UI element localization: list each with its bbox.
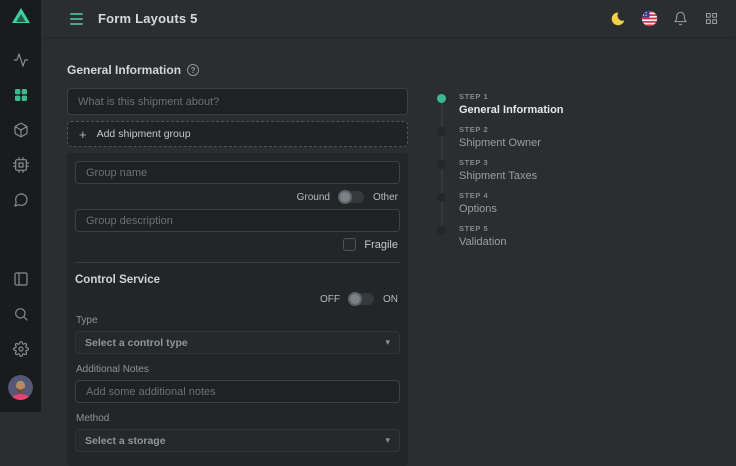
fragile-checkbox[interactable] — [343, 238, 356, 251]
control-service-title: Control Service — [75, 274, 400, 286]
off-label: OFF — [320, 294, 340, 305]
cpu-icon — [13, 157, 29, 178]
add-shipment-group-button[interactable]: + Add shipment group — [67, 121, 408, 147]
step-title: Validation — [459, 236, 507, 248]
apps-grid-icon[interactable] — [702, 10, 720, 28]
ground-other-toggle[interactable] — [339, 191, 364, 203]
off-on-toggle[interactable] — [349, 293, 374, 305]
activity-icon — [13, 52, 29, 73]
step-dot — [437, 226, 446, 235]
shipment-about-input[interactable] — [67, 88, 408, 115]
keypad-grid-icon — [13, 87, 29, 108]
chat-bubble-icon — [13, 192, 29, 213]
step-dot — [437, 160, 446, 169]
step-dot — [437, 193, 446, 202]
add-shipment-group-label: Add shipment group — [97, 128, 191, 140]
sidebar-item-messages[interactable] — [0, 185, 41, 220]
sidebar-item-extra[interactable] — [0, 150, 41, 185]
sidebar-nav-top — [0, 45, 41, 220]
off-on-toggle-row: OFF ON — [75, 293, 398, 305]
header-actions — [609, 10, 736, 28]
fragile-label: Fragile — [364, 239, 398, 251]
help-question-icon[interactable]: ? — [187, 64, 199, 76]
cube-icon — [13, 122, 29, 143]
logo-triangle-icon — [10, 5, 32, 32]
on-label: ON — [383, 294, 398, 305]
card-divider — [75, 262, 400, 263]
additional-notes-label: Additional Notes — [76, 364, 400, 375]
app-logo[interactable] — [0, 0, 41, 37]
sidebar-item-dashboard[interactable] — [0, 45, 41, 80]
storage-method-select[interactable]: Select a storage ▾ — [75, 429, 400, 452]
additional-notes-input[interactable] — [75, 380, 400, 403]
type-label: Type — [76, 315, 400, 326]
step-title: Shipment Owner — [459, 137, 541, 149]
language-flag-us-icon[interactable] — [640, 10, 658, 28]
step-label: STEP 1 — [459, 92, 564, 101]
step-2-shipment-owner[interactable]: STEP 2 Shipment Owner — [437, 125, 564, 158]
step-title: General Information — [459, 104, 564, 116]
section-title-row: General Information ? — [67, 63, 408, 77]
theme-moon-icon[interactable] — [609, 10, 627, 28]
plus-icon: + — [79, 128, 87, 141]
settings-gear-icon — [13, 341, 29, 362]
page-title: Form Layouts 5 — [98, 11, 198, 26]
step-dot — [437, 94, 446, 103]
group-name-input[interactable] — [75, 161, 400, 184]
form-layouts-main: General Information ? + Add shipment gro… — [67, 63, 408, 466]
step-label: STEP 2 — [459, 125, 541, 134]
method-label: Method — [76, 413, 400, 424]
layout-panel-icon — [13, 271, 29, 292]
ground-other-toggle-row: Ground Other — [75, 191, 398, 203]
section-title: General Information — [67, 63, 181, 77]
wizard-stepper: STEP 1 General Information STEP 2 Shipme… — [437, 92, 564, 257]
other-label: Other — [373, 192, 398, 203]
chevron-down-icon: ▾ — [385, 435, 390, 446]
notifications-bell-icon[interactable] — [671, 10, 689, 28]
step-label: STEP 4 — [459, 191, 497, 200]
storage-method-value: Select a storage — [85, 435, 166, 447]
step-3-shipment-taxes[interactable]: STEP 3 Shipment Taxes — [437, 158, 564, 191]
sidebar-nav-bottom — [0, 264, 41, 412]
menu-hamburger-icon[interactable] — [68, 9, 85, 29]
top-header: Form Layouts 5 — [41, 0, 736, 37]
step-dot — [437, 127, 446, 136]
sidebar-item-forms[interactable] — [0, 80, 41, 115]
sidebar-toggle-layout[interactable] — [0, 264, 41, 299]
step-title: Shipment Taxes — [459, 170, 537, 182]
sidebar — [0, 0, 41, 412]
fragile-row: Fragile — [75, 238, 398, 251]
sidebar-settings-button[interactable] — [0, 334, 41, 369]
control-type-select[interactable]: Select a control type ▾ — [75, 331, 400, 354]
step-title: Options — [459, 203, 497, 215]
user-avatar[interactable] — [8, 375, 33, 400]
shipment-group-card: Ground Other Fragile Control Service OFF… — [67, 153, 408, 466]
search-icon — [13, 306, 29, 327]
step-label: STEP 3 — [459, 158, 537, 167]
step-label: STEP 5 — [459, 224, 507, 233]
control-type-value: Select a control type — [85, 337, 188, 349]
step-5-validation[interactable]: STEP 5 Validation — [437, 224, 564, 257]
sidebar-item-components[interactable] — [0, 115, 41, 150]
step-1-general-information[interactable]: STEP 1 General Information — [437, 92, 564, 125]
group-description-input[interactable] — [75, 209, 400, 232]
ground-label: Ground — [297, 192, 330, 203]
chevron-down-icon: ▾ — [385, 337, 390, 348]
step-4-options[interactable]: STEP 4 Options — [437, 191, 564, 224]
sidebar-search-button[interactable] — [0, 299, 41, 334]
